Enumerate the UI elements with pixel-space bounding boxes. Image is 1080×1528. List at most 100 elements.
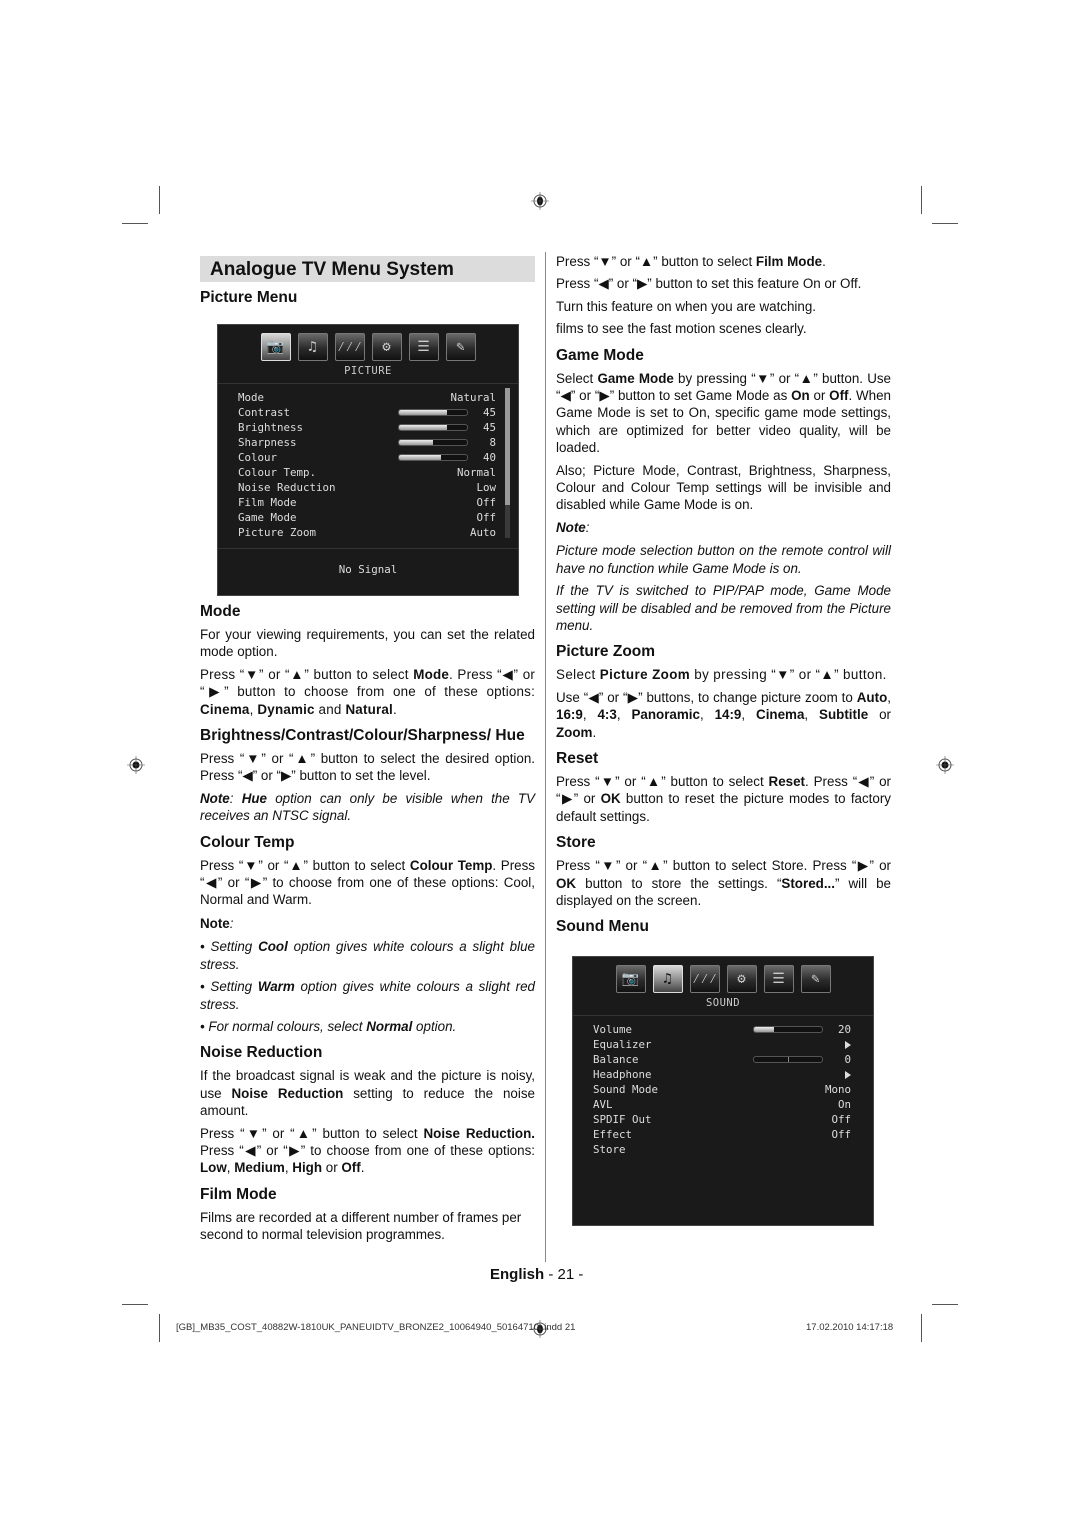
gears-icon[interactable]: ⚙ bbox=[726, 965, 757, 993]
text: Press “▼” or “▲” button to select bbox=[556, 254, 756, 269]
menu-row-label: Contrast bbox=[238, 406, 291, 419]
crop-mark bbox=[932, 223, 958, 224]
menu-row-label: AVL bbox=[593, 1098, 613, 1111]
crop-mark bbox=[159, 186, 160, 214]
gears-icon[interactable]: ⚙ bbox=[371, 333, 402, 361]
text: Picture Zoom bbox=[599, 667, 691, 683]
menu-row-value-group bbox=[845, 1040, 851, 1049]
page-number: - 21 - bbox=[544, 1266, 584, 1283]
text: . bbox=[392, 701, 397, 717]
text: Natural bbox=[345, 701, 393, 717]
text: Normal bbox=[366, 1018, 413, 1034]
text: Colour Temp bbox=[409, 857, 493, 873]
menu-row-value-group: Off bbox=[831, 1113, 851, 1126]
menu-row-volume[interactable]: Volume 20 bbox=[593, 1022, 851, 1037]
paragraph: Press “▼” or “▲” button to select Mode. … bbox=[200, 666, 535, 718]
menu-row-game-mode[interactable]: Game Mode Off bbox=[238, 510, 496, 525]
section-heading-colour-temp: Colour Temp bbox=[200, 833, 295, 851]
document-list-icon[interactable]: ☰ bbox=[763, 965, 794, 993]
menu-row-equalizer[interactable]: Equalizer bbox=[593, 1037, 851, 1052]
menu-row-value: 0 bbox=[844, 1053, 851, 1066]
text: Press “▼” or “▲” button to select bbox=[200, 857, 410, 873]
menu-row-brightness[interactable]: Brightness 45 bbox=[238, 420, 496, 435]
menu-row-label: Sound Mode bbox=[593, 1083, 659, 1096]
menu-row-label: Picture Zoom bbox=[238, 526, 317, 539]
text: or bbox=[868, 707, 891, 723]
document-list-icon[interactable]: ☰ bbox=[408, 333, 439, 361]
level-slider[interactable] bbox=[753, 1026, 823, 1033]
menu-row-headphone[interactable]: Headphone bbox=[593, 1067, 851, 1082]
menu-row-value: 45 bbox=[482, 421, 496, 434]
menu-row-mode[interactable]: Mode Natural bbox=[238, 390, 496, 405]
menu-row-value: Off bbox=[476, 511, 496, 524]
left-column: Analogue TV Menu System Picture Menu bbox=[200, 256, 535, 312]
text: Press “◀” or “▶” to choose from one of t… bbox=[200, 1142, 535, 1158]
camera-icon[interactable]: 📷 bbox=[260, 333, 291, 361]
menu-row-value-group: On bbox=[838, 1098, 851, 1111]
tools-icon[interactable]: ✎ bbox=[445, 333, 476, 361]
music-note-icon[interactable]: ♫ bbox=[652, 965, 683, 993]
text: Warm bbox=[257, 979, 295, 995]
text: Select bbox=[556, 667, 600, 683]
menu-row-noise-reduction[interactable]: Noise Reduction Low bbox=[238, 480, 496, 495]
menu-row-value: Mono bbox=[824, 1083, 851, 1096]
scrollbar-thumb bbox=[505, 388, 510, 505]
menu-row-film-mode[interactable]: Film Mode Off bbox=[238, 495, 496, 510]
camera-icon[interactable]: 📷 bbox=[615, 965, 646, 993]
paragraph: films to see the fast motion scenes clea… bbox=[556, 321, 807, 337]
crop-mark bbox=[932, 1304, 958, 1305]
section-heading-reset: Reset bbox=[556, 749, 599, 767]
section-heading-mode: Mode bbox=[200, 603, 241, 620]
menu-category-label: SOUND bbox=[705, 997, 741, 1009]
menu-row-effect[interactable]: Effect Off bbox=[593, 1127, 851, 1142]
menu-row-colour-temp[interactable]: Colour Temp. Normal bbox=[238, 465, 496, 480]
text: Noise Reduction bbox=[231, 1085, 344, 1101]
text: . bbox=[592, 724, 597, 740]
text: : bbox=[229, 790, 242, 806]
rain-lines-icon[interactable]: ⁄⁄⁄ bbox=[334, 333, 365, 361]
menu-row-value-group: 20 bbox=[753, 1023, 851, 1036]
paragraph: Select Picture Zoom by pressing “▼” or “… bbox=[556, 666, 891, 683]
level-slider[interactable] bbox=[398, 424, 468, 431]
signal-status: No Signal bbox=[338, 563, 398, 576]
menu-row-label: Film Mode bbox=[238, 496, 297, 509]
menu-row-value: Off bbox=[831, 1128, 851, 1141]
text: Press “▼” or “▲” button to select bbox=[200, 666, 414, 682]
text: Reset bbox=[768, 773, 806, 789]
page-footer: English - 21 - bbox=[490, 1266, 583, 1283]
menu-row-picture-zoom[interactable]: Picture Zoom Auto bbox=[238, 525, 496, 540]
slider-fill bbox=[399, 455, 442, 460]
balance-slider[interactable] bbox=[753, 1056, 823, 1063]
text: On bbox=[791, 388, 810, 404]
menu-row-contrast[interactable]: Contrast 45 bbox=[238, 405, 496, 420]
text: Cinema bbox=[200, 701, 250, 717]
menu-row-label: Balance bbox=[593, 1053, 639, 1066]
crop-mark bbox=[122, 223, 148, 224]
text: OK bbox=[600, 791, 621, 807]
music-note-icon[interactable]: ♫ bbox=[297, 333, 328, 361]
menu-row-sound-mode[interactable]: Sound Mode Mono bbox=[593, 1082, 851, 1097]
paragraph: Films are recorded at a different number… bbox=[200, 1209, 522, 1243]
text: Stored... bbox=[781, 875, 835, 891]
text: OK bbox=[556, 875, 577, 891]
menu-row-spdif-out[interactable]: SPDIF Out Off bbox=[593, 1112, 851, 1127]
menu-row-value: Off bbox=[831, 1113, 851, 1126]
menu-row-balance[interactable]: Balance 0 bbox=[593, 1052, 851, 1067]
level-slider[interactable] bbox=[398, 454, 468, 461]
text: , bbox=[616, 707, 632, 723]
menu-row-sharpness[interactable]: Sharpness 8 bbox=[238, 435, 496, 450]
text: Press “▼” or “▲” button to select Store.… bbox=[556, 858, 891, 874]
menu-row-value-group: 45 bbox=[398, 421, 496, 434]
menu-row-colour[interactable]: Colour 40 bbox=[238, 450, 496, 465]
rain-lines-icon[interactable]: ⁄⁄⁄ bbox=[689, 965, 720, 993]
tools-icon[interactable]: ✎ bbox=[800, 965, 831, 993]
menu-row-store[interactable]: Store bbox=[593, 1142, 851, 1157]
zoom-option: 4:3 bbox=[597, 707, 617, 723]
text: : bbox=[229, 915, 234, 931]
level-slider[interactable] bbox=[398, 409, 468, 416]
menu-row-value: Low bbox=[476, 481, 496, 494]
menu-row-avl[interactable]: AVL On bbox=[593, 1097, 851, 1112]
zoom-option: Auto bbox=[856, 689, 888, 705]
level-slider[interactable] bbox=[398, 439, 468, 446]
paragraph: Press “▼” or “▲” button to select Noise … bbox=[200, 1125, 535, 1177]
